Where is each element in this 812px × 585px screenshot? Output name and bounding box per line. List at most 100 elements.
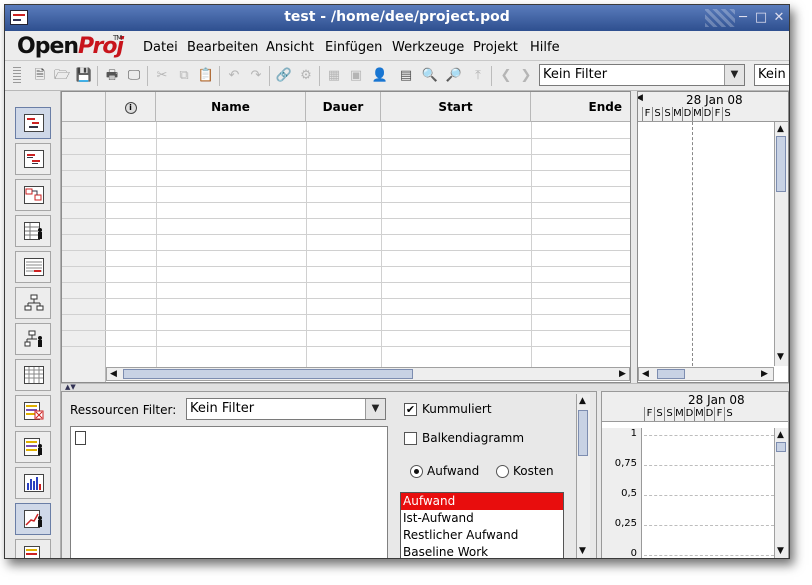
column-header-start[interactable]: Start	[381, 92, 531, 122]
gantt-day: S	[652, 107, 662, 121]
histogram-vscrollbar[interactable]: ▲ ▼	[774, 428, 788, 558]
maximize-icon[interactable]: □	[753, 10, 769, 26]
scroll-to-task-icon[interactable]: ⤒	[469, 67, 487, 85]
histogram-vscroll-thumb[interactable]	[776, 442, 786, 452]
task-table-hscrollbar[interactable]: ◀ ▶	[106, 367, 630, 381]
y-tick-label: 0,5	[621, 488, 637, 499]
view-charts-button[interactable]	[15, 503, 51, 535]
column-header-rownum[interactable]	[62, 92, 106, 122]
column-header-indicators[interactable]: i	[106, 92, 156, 122]
resource-histogram[interactable]: 28 Jan 08 F S S M D M D F S 1 0,75 0,5 0…	[601, 391, 789, 558]
scroll-up-icon[interactable]: ▲	[777, 124, 784, 134]
view-rbs-resources-button[interactable]	[15, 323, 51, 355]
menu-einfuegen[interactable]: Einfügen	[325, 40, 382, 55]
minimize-icon[interactable]: ─	[735, 10, 751, 26]
view-projects-button[interactable]	[15, 359, 51, 391]
view-tracking-gantt-button[interactable]	[15, 143, 51, 175]
splitter-collapse-icon[interactable]: ▲▼	[65, 383, 76, 391]
gantt-vscroll-thumb[interactable]	[776, 136, 786, 192]
scroll-up-icon[interactable]: ▲	[579, 396, 586, 406]
unlink-icon[interactable]: ⚙	[297, 67, 315, 85]
zoom-out-icon[interactable]: 🔎	[445, 67, 463, 85]
balkendiagramm-checkbox[interactable]	[404, 432, 417, 445]
view-task-usage-button[interactable]	[15, 431, 51, 463]
indent-icon[interactable]: ❯	[517, 67, 535, 85]
scroll-left-icon[interactable]: ◀	[642, 369, 649, 379]
open-folder-icon[interactable]: 🗁	[53, 67, 71, 85]
resource-options-vscroll-thumb[interactable]	[578, 410, 588, 456]
print-preview-icon[interactable]: 🖵	[125, 67, 143, 85]
kosten-radio[interactable]	[496, 465, 509, 478]
scroll-left-icon[interactable]: ◀	[110, 369, 117, 379]
gantt-chart[interactable]: ◀ 28 Jan 08 F S S M D M D F S ▲ ▼ ◀ ▶	[637, 91, 789, 383]
menu-datei[interactable]: Datei	[143, 40, 178, 55]
assign-resource-icon[interactable]: 👤	[371, 67, 389, 85]
view-network-button[interactable]	[15, 179, 51, 211]
column-header-dauer[interactable]: Dauer	[306, 92, 381, 122]
menu-bearbeiten[interactable]: Bearbeiten	[187, 40, 258, 55]
zoom-in-icon[interactable]: 🔍	[421, 67, 439, 85]
view-report-button[interactable]	[15, 539, 51, 558]
aufwand-radio[interactable]	[410, 465, 423, 478]
scroll-right-icon[interactable]: ▶	[619, 369, 626, 379]
task-table-hscroll-thumb[interactable]	[123, 369, 413, 379]
view-histogram-button[interactable]	[15, 467, 51, 499]
column-header-name[interactable]: Name	[156, 92, 306, 122]
histogram-day: M	[694, 407, 704, 421]
scroll-down-icon[interactable]: ▼	[579, 546, 586, 556]
work-type-list[interactable]: Aufwand Ist-Aufwand Restlicher Aufwand B…	[400, 492, 564, 558]
column-header-ende[interactable]: Ende	[531, 92, 630, 122]
histogram-timescale: 28 Jan 08 F S S M D M D F S	[602, 392, 788, 422]
paste-icon[interactable]: 📋	[197, 67, 215, 85]
task-info-icon[interactable]: ▦	[325, 67, 343, 85]
resource-list[interactable]	[70, 426, 388, 558]
view-rbs-button[interactable]	[15, 287, 51, 319]
notes-icon[interactable]: ▣	[347, 67, 365, 85]
scroll-down-icon[interactable]: ▼	[777, 352, 784, 362]
save-icon[interactable]: 💾	[75, 67, 93, 85]
toolbar-grip[interactable]	[13, 67, 21, 85]
title-bar-decoration	[705, 9, 735, 27]
histogram-gridline	[644, 465, 774, 466]
list-item-ist-aufwand[interactable]: Ist-Aufwand	[401, 510, 563, 527]
cut-icon[interactable]: ✂	[153, 67, 171, 85]
resource-options-vscrollbar[interactable]: ▲ ▼	[576, 394, 590, 558]
list-item-aufwand[interactable]: Aufwand	[401, 493, 563, 510]
scroll-right-icon[interactable]: ▶	[761, 369, 768, 379]
link-icon[interactable]: 🔗	[275, 67, 293, 85]
menu-projekt[interactable]: Projekt	[473, 40, 518, 55]
pane-splitter[interactable]: ▲▼	[61, 383, 789, 391]
close-icon[interactable]: ✕	[771, 10, 787, 26]
chevron-down-icon[interactable]: ▼	[724, 65, 744, 85]
menu-hilfe[interactable]: Hilfe	[530, 40, 560, 55]
print-icon[interactable]: 🖶	[103, 67, 121, 85]
timescale-left-icon[interactable]: ◀	[638, 93, 643, 103]
gantt-vscrollbar[interactable]: ▲ ▼	[774, 122, 788, 366]
resource-filter-select[interactable]: Kein Filter ▼	[186, 398, 386, 420]
copy-icon[interactable]: ⧉	[175, 67, 193, 85]
kummuliert-checkbox[interactable]: ✔	[404, 403, 417, 416]
new-project-icon[interactable]: 🗎	[31, 67, 49, 85]
list-item-baseline-work[interactable]: Baseline Work	[401, 544, 563, 558]
sort-select[interactable]: Kein	[754, 64, 789, 86]
view-resource-usage-button[interactable]	[15, 395, 51, 427]
undo-icon[interactable]: ↶	[225, 67, 243, 85]
chevron-down-icon[interactable]: ▼	[365, 399, 385, 419]
gantt-hscroll-thumb[interactable]	[657, 369, 685, 379]
view-wbs-button[interactable]	[15, 251, 51, 283]
gantt-hscrollbar[interactable]: ◀ ▶	[638, 367, 774, 381]
menu-werkzeuge[interactable]: Werkzeuge	[392, 40, 464, 55]
task-table[interactable]: i Name Dauer Start Ende ◀ ▶	[61, 91, 631, 383]
redo-icon[interactable]: ↷	[247, 67, 265, 85]
view-gantt-button[interactable]	[15, 107, 51, 139]
scroll-up-icon[interactable]: ▲	[777, 430, 784, 440]
title-bar[interactable]: test - /home/dee/project.pod ─ □ ✕	[5, 5, 789, 31]
list-item-restlicher-aufwand[interactable]: Restlicher Aufwand	[401, 527, 563, 544]
view-resources-button[interactable]	[15, 215, 51, 247]
calendar-icon[interactable]: ▤	[397, 67, 415, 85]
task-filter-select[interactable]: Kein Filter ▼	[539, 64, 745, 86]
scroll-down-icon[interactable]: ▼	[777, 546, 784, 556]
outdent-icon[interactable]: ❮	[497, 67, 515, 85]
view-bar	[5, 91, 61, 558]
menu-ansicht[interactable]: Ansicht	[266, 40, 314, 55]
